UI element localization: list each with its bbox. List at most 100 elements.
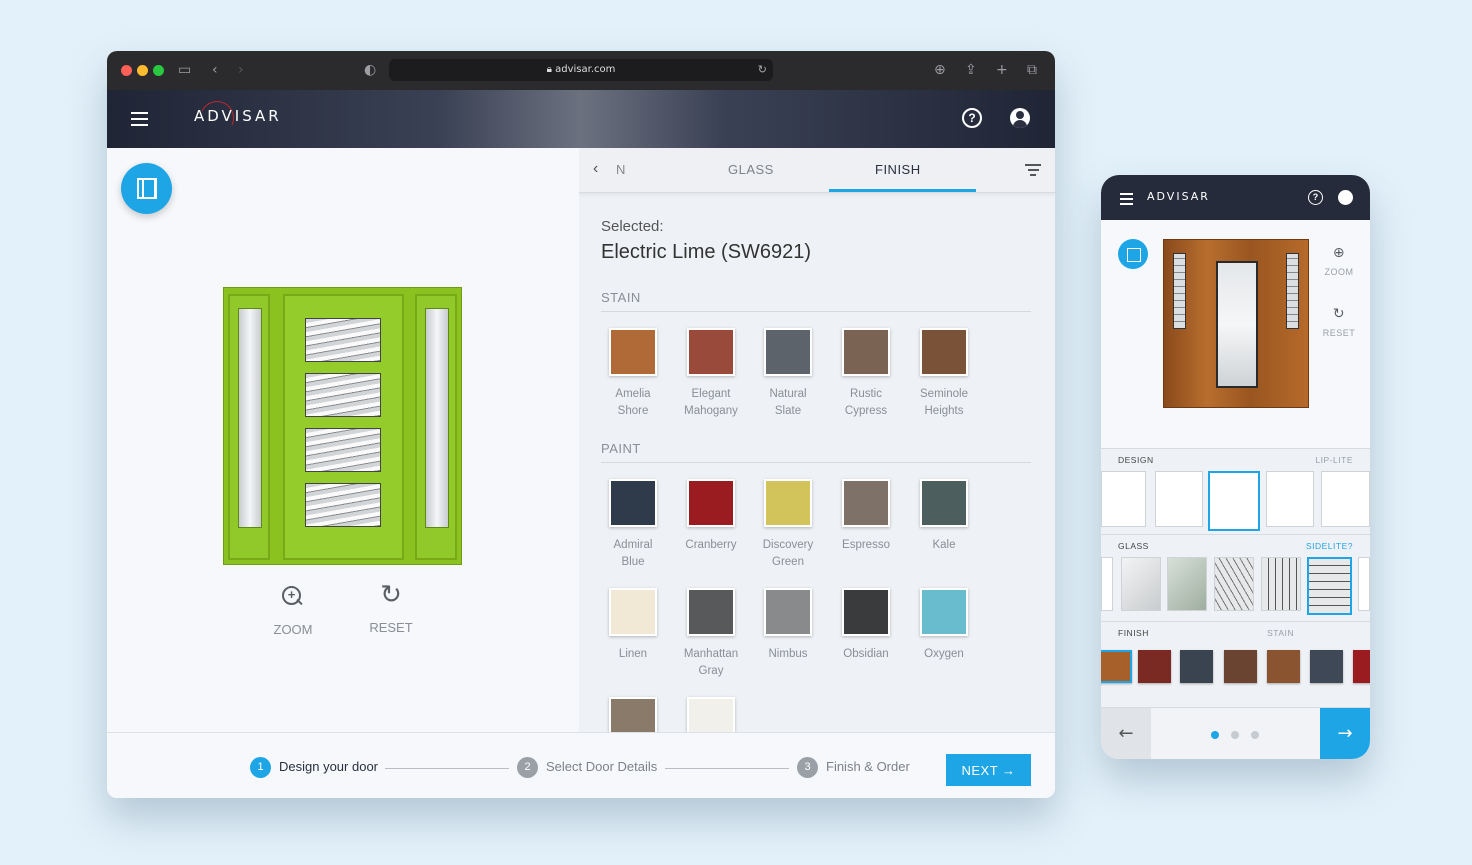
- stain-swatch[interactable]: Rustic Cypress: [827, 328, 905, 420]
- lock-icon: 🔒︎: [546, 64, 556, 75]
- mobile-zoom-button[interactable]: ⊕ ZOOM: [1319, 245, 1359, 277]
- paint-swatch[interactable]: Linen: [594, 588, 672, 663]
- reload-icon[interactable]: ↻: [758, 59, 767, 81]
- next-button[interactable]: NEXT →: [946, 754, 1031, 786]
- help-icon[interactable]: ?: [962, 108, 982, 128]
- paint-swatch[interactable]: Cranberry: [672, 479, 750, 554]
- finish-swatch[interactable]: [1138, 650, 1171, 683]
- zoom-button[interactable]: ZOOM: [267, 586, 319, 637]
- color-chip: [842, 588, 890, 636]
- color-chip: [920, 479, 968, 527]
- tab-overview-icon[interactable]: ⧉: [1027, 61, 1037, 79]
- stain-label[interactable]: STAIN: [1267, 628, 1294, 638]
- paint-swatch[interactable]: [594, 697, 672, 732]
- glass-thumb[interactable]: [1214, 557, 1254, 611]
- right-sidelite: [1286, 253, 1299, 329]
- maximize-window-button[interactable]: [153, 65, 164, 76]
- reset-button[interactable]: ↻ RESET: [365, 582, 417, 635]
- downloads-icon[interactable]: ⊕: [934, 61, 946, 79]
- tabs-back-icon[interactable]: ‹: [593, 160, 598, 178]
- color-chip: [609, 588, 657, 636]
- door-preview: [223, 287, 462, 565]
- finish-swatch[interactable]: [1267, 650, 1300, 683]
- sidebar-toggle-icon[interactable]: ▭: [178, 61, 191, 79]
- glass-thumb[interactable]: [1101, 557, 1113, 611]
- back-icon[interactable]: ‹: [212, 61, 218, 79]
- finish-swatch[interactable]: [1310, 650, 1343, 683]
- account-icon[interactable]: [1010, 108, 1030, 128]
- menu-icon[interactable]: [131, 112, 148, 130]
- new-tab-icon[interactable]: +: [996, 61, 1008, 79]
- mobile-door-viewer: ⊕ ZOOM ↻ RESET: [1101, 220, 1370, 448]
- next-arrow-icon[interactable]: →: [1320, 708, 1370, 759]
- close-window-button[interactable]: [121, 65, 132, 76]
- mobile-door-style-button[interactable]: [1118, 239, 1148, 269]
- swatch-label: Espresso: [842, 539, 890, 551]
- glass-thumb-selected[interactable]: [1307, 557, 1352, 615]
- design-thumb-selected[interactable]: [1208, 471, 1260, 531]
- brand-logo[interactable]: ADVISAR: [194, 107, 282, 125]
- filter-icon[interactable]: [1025, 164, 1041, 179]
- paint-swatch[interactable]: Admiral Blue: [594, 479, 672, 571]
- paint-swatch[interactable]: Obsidian: [827, 588, 905, 663]
- finish-swatch[interactable]: [1180, 650, 1213, 683]
- glass-thumb[interactable]: [1167, 557, 1207, 611]
- share-icon[interactable]: ⇪: [965, 61, 977, 79]
- glass-thumb[interactable]: [1261, 557, 1301, 611]
- paint-swatch[interactable]: Nimbus: [749, 588, 827, 663]
- paint-swatch[interactable]: Manhattan Gray: [672, 588, 750, 680]
- swatch-label: Kale: [932, 539, 956, 551]
- design-thumb[interactable]: [1321, 471, 1370, 527]
- mobile-menu-icon[interactable]: [1120, 193, 1133, 208]
- selected-label: Selected:: [601, 218, 664, 235]
- stain-swatch[interactable]: Amelia Shore: [594, 328, 672, 420]
- page-dot[interactable]: [1251, 731, 1259, 739]
- paint-swatch[interactable]: [672, 697, 750, 732]
- tab-glass[interactable]: GLASS: [728, 162, 774, 177]
- swatch-label: Natural Slate: [769, 388, 807, 417]
- step-door-details[interactable]: 2 Select Door Details: [517, 757, 657, 778]
- stain-swatch[interactable]: Natural Slate: [749, 328, 827, 420]
- step-connector: [665, 768, 789, 769]
- design-thumb[interactable]: [1155, 471, 1203, 527]
- glass-pane: [305, 428, 381, 472]
- privacy-shield-icon[interactable]: ◐: [364, 61, 376, 79]
- swatch-label: Obsidian: [843, 648, 889, 660]
- color-chip: [687, 479, 735, 527]
- stain-swatch[interactable]: Seminole Heights: [905, 328, 983, 420]
- design-thumb[interactable]: [1266, 471, 1314, 527]
- mobile-brand-logo[interactable]: ADVISAR: [1147, 190, 1210, 203]
- mobile-account-icon[interactable]: [1338, 190, 1353, 205]
- step-finish-order[interactable]: 3 Finish & Order: [797, 757, 910, 778]
- sidelite-toggle[interactable]: SIDELITE?: [1306, 541, 1353, 551]
- glass-thumb[interactable]: [1121, 557, 1161, 611]
- paint-swatch[interactable]: Kale: [905, 479, 983, 554]
- stain-swatch[interactable]: Elegant Mahogany: [672, 328, 750, 420]
- glass-thumb[interactable]: [1358, 557, 1370, 611]
- finish-swatch-selected[interactable]: [1101, 650, 1132, 683]
- finish-swatch[interactable]: [1224, 650, 1257, 683]
- zoom-label: ZOOM: [273, 622, 313, 637]
- paint-swatch[interactable]: Oxygen: [905, 588, 983, 663]
- zoom-label: ZOOM: [1324, 267, 1354, 277]
- step-design[interactable]: 1 Design your door: [250, 757, 378, 778]
- mobile-reset-button[interactable]: ↻ RESET: [1319, 306, 1359, 338]
- prev-arrow-icon[interactable]: ←: [1101, 708, 1151, 759]
- design-thumb[interactable]: [1101, 471, 1146, 527]
- mobile-help-icon[interactable]: ?: [1308, 190, 1323, 205]
- page-dot[interactable]: [1231, 731, 1239, 739]
- tab-truncated[interactable]: N: [616, 162, 625, 177]
- forward-icon[interactable]: ›: [238, 61, 244, 79]
- step-number: 3: [797, 757, 818, 778]
- address-bar[interactable]: 🔒︎ advisar.com ↻: [389, 59, 773, 81]
- lip-lite-label[interactable]: LIP-LITE: [1315, 455, 1353, 465]
- minimize-window-button[interactable]: [137, 65, 148, 76]
- finish-swatch[interactable]: [1353, 650, 1370, 683]
- paint-swatch[interactable]: Discovery Green: [749, 479, 827, 571]
- tab-finish[interactable]: FINISH: [875, 162, 921, 177]
- page-dot-active[interactable]: [1211, 731, 1219, 739]
- finish-row: FINISH STAIN: [1101, 621, 1370, 707]
- swatch-label: Linen: [618, 648, 648, 660]
- paint-swatch[interactable]: Espresso: [827, 479, 905, 554]
- door-style-button[interactable]: [121, 163, 172, 214]
